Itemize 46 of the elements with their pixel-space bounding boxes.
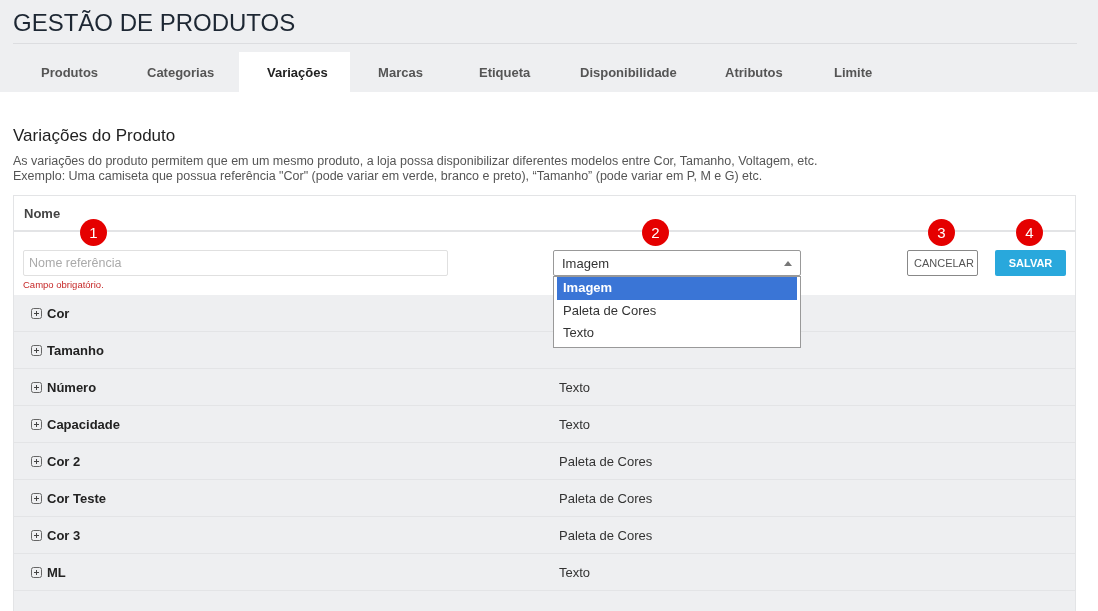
error-message: Campo obrigatório.: [23, 279, 105, 290]
page-title: GESTÃO DE PRODUTOS: [13, 0, 1077, 44]
column-header: Nome: [24, 205, 61, 221]
variation-type: Texto: [559, 564, 591, 580]
variation-type: Paleta de Cores: [559, 490, 653, 506]
number-badge: 1: [80, 219, 107, 246]
variation-name: Cor Teste: [47, 490, 106, 506]
description-text: As variações do produto permitem que em um mesmo produto, a loja possa disponibilizar diferentes modelos entre Cor, Tamanho, Voltagem, etc.: [13, 154, 819, 169]
cancel-button[interactable]: CANCELAR: [907, 250, 978, 276]
tab[interactable]: Disponibilidade: [552, 52, 697, 92]
variation-type: Texto: [559, 379, 591, 395]
expand-icon[interactable]: [31, 529, 42, 541]
variation-type: Texto: [559, 416, 591, 432]
dropdown-option[interactable]: Paleta de Cores: [557, 299, 797, 322]
tab[interactable]: Marcas: [350, 52, 451, 92]
expand-icon[interactable]: [31, 381, 42, 393]
variation-type: Paleta de Cores: [559, 527, 653, 543]
variation-type: Paleta de Cores: [559, 453, 653, 469]
type-select[interactable]: Imagem: [553, 250, 801, 276]
number-badge: 2: [642, 219, 669, 246]
expand-icon[interactable]: [31, 418, 42, 430]
tab[interactable]: Variações: [239, 52, 350, 92]
variation-name: Tamanho: [47, 342, 104, 358]
tab[interactable]: Etiqueta: [451, 52, 552, 92]
tab[interactable]: Produtos: [13, 52, 119, 92]
dropdown-option[interactable]: Imagem: [557, 277, 797, 300]
description-text: Exemplo: Uma camiseta que possua referência "Cor" (pode variar em verde, branco e preto), “Tamanho” (pode variar em P, M e G) etc.: [13, 169, 764, 184]
tab[interactable]: Atributos: [697, 52, 806, 92]
tab[interactable]: Limite: [806, 52, 898, 92]
variation-name: ML: [47, 564, 66, 580]
expand-icon[interactable]: [31, 307, 42, 319]
variation-name: Número: [47, 379, 97, 395]
variation-name: Cor: [47, 305, 70, 321]
section-heading: Variações do Produto: [13, 126, 177, 146]
tab[interactable]: Categorias: [119, 52, 239, 92]
variation-name: Capacidade: [47, 416, 120, 432]
number-badge: 3: [928, 219, 955, 246]
variation-name: Cor 2: [47, 453, 81, 469]
expand-icon[interactable]: [31, 344, 42, 356]
name-input-field[interactable]: Nome referência: [23, 250, 448, 276]
expand-icon[interactable]: [31, 566, 42, 578]
expand-icon[interactable]: [31, 455, 42, 467]
dropdown-option[interactable]: Texto: [557, 322, 797, 345]
expand-icon[interactable]: [31, 492, 42, 504]
variation-name: Cor 3: [47, 527, 81, 543]
number-badge: 4: [1016, 219, 1043, 246]
